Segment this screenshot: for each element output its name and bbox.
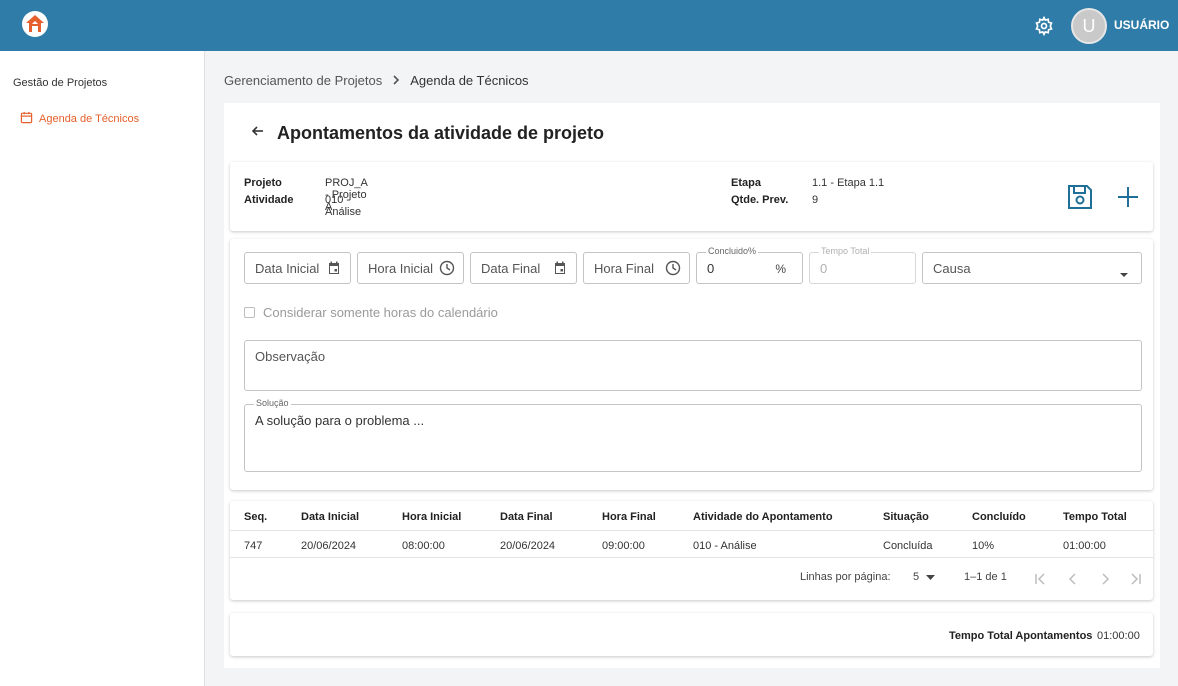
next-page-icon[interactable] (1099, 572, 1111, 590)
col-header[interactable]: Data Inicial (301, 511, 359, 523)
divider (230, 530, 1153, 531)
data-inicial-label: Data Inicial (255, 261, 320, 276)
solucao-value: A solução para o problema ... (255, 413, 425, 428)
title-row: Apontamentos da atividade de projeto (251, 123, 604, 144)
hora-inicial-field[interactable]: Hora Inicial (357, 252, 464, 284)
calendar-hours-label: Considerar somente horas do calendário (263, 305, 498, 320)
page-title: Apontamentos da atividade de projeto (277, 123, 605, 143)
sidebar-title: Gestão de Projetos (13, 77, 108, 89)
col-header[interactable]: Data Final (500, 511, 553, 523)
hora-final-label: Hora Final (594, 261, 654, 276)
sidebar-item-agenda-tecnicos[interactable]: Agenda de Técnicos (20, 111, 139, 127)
page-panel: Apontamentos da atividade de projeto Pro… (224, 103, 1160, 668)
col-header[interactable]: Tempo Total (1063, 511, 1127, 523)
total-label: Tempo Total Apontamentos (949, 630, 1093, 642)
qtde-row: Qtde. Prev. 9 (731, 194, 818, 206)
clock-icon[interactable] (665, 260, 681, 279)
first-page-icon[interactable] (1034, 572, 1046, 590)
table-cell: 09:00:00 (602, 540, 645, 552)
table-cell: 10% (972, 540, 995, 552)
prev-page-icon[interactable] (1067, 572, 1079, 590)
dropdown-icon[interactable] (1119, 266, 1129, 281)
calendar-icon[interactable] (552, 260, 568, 279)
plus-icon[interactable] (1115, 184, 1141, 215)
avatar[interactable]: U (1071, 8, 1107, 44)
concluido-field[interactable]: Concluido% 0 % (696, 246, 803, 284)
table-cell: 20/06/2024 (500, 540, 556, 552)
tempo-total-field: Tempo Total 0 (809, 246, 916, 284)
top-bar: U USUÁRIO (0, 0, 1178, 51)
rows-per-page-value: 5 (913, 571, 920, 583)
table-cell: 20/06/2024 (301, 540, 357, 552)
calendar-hours-checkbox-row[interactable]: Considerar somente horas do calendário (244, 305, 498, 320)
clock-icon[interactable] (439, 260, 455, 279)
causa-select[interactable]: Causa (922, 252, 1142, 284)
gear-icon[interactable] (1034, 15, 1054, 37)
rows-per-page-label: Linhas por página: (800, 571, 891, 583)
tempo-total-label: Tempo Total (819, 246, 872, 256)
atividade-value: 010 - Análise (325, 194, 362, 218)
rows-per-page-select[interactable]: 5 (913, 571, 936, 583)
last-page-icon[interactable] (1130, 572, 1142, 590)
data-final-label: Data Final (481, 261, 541, 276)
username[interactable]: USUÁRIO (1114, 18, 1169, 32)
projeto-row: Projeto PROJ_A - Projeto A (244, 177, 367, 213)
chevron-right-icon (392, 73, 400, 88)
col-header[interactable]: Concluído (972, 511, 1026, 523)
etapa-row: Etapa 1.1 - Etapa 1.1 (731, 177, 884, 189)
solucao-label: Solução (254, 398, 291, 408)
col-header[interactable]: Hora Inicial (402, 511, 461, 523)
breadcrumb-current: Agenda de Técnicos (410, 73, 529, 88)
calendar-icon (20, 111, 33, 127)
observacao-placeholder: Observação (255, 349, 326, 364)
breadcrumb-parent[interactable]: Gerenciamento de Projetos (224, 73, 382, 88)
save-icon[interactable] (1065, 182, 1095, 217)
percent-unit: % (775, 262, 786, 276)
apontamentos-table: Seq. Data Inicial Hora Inicial Data Fina… (230, 501, 1153, 600)
table-cell: 01:00:00 (1063, 540, 1106, 552)
concluido-value: 0 (707, 261, 715, 276)
divider (230, 557, 1153, 558)
tempo-total-value: 0 (820, 261, 828, 276)
data-inicial-field[interactable]: Data Inicial (244, 252, 351, 284)
solucao-field[interactable]: Solução A solução para o problema ... (244, 398, 1142, 472)
atividade-label: Atividade (244, 194, 294, 206)
data-final-field[interactable]: Data Final (470, 252, 577, 284)
qtde-label: Qtde. Prev. (731, 194, 789, 206)
activity-info-card: Projeto PROJ_A - Projeto A Atividade 010… (230, 162, 1153, 231)
table-cell: 08:00:00 (402, 540, 445, 552)
concluido-label: Concluido% (706, 246, 759, 256)
qtde-value: 9 (812, 194, 819, 206)
table-cell: Concluída (883, 540, 933, 552)
apontamento-form-card: Data Inicial Hora Inicial Data Final Hor… (230, 239, 1153, 490)
observacao-field[interactable]: Observação (244, 340, 1142, 391)
pagination-range: 1–1 de 1 (964, 571, 1007, 583)
table-cell: 010 - Análise (693, 540, 757, 552)
totals-card: Tempo Total Apontamentos 01:00:00 (230, 613, 1153, 656)
calendar-hours-checkbox[interactable] (244, 307, 255, 318)
etapa-value: 1.1 - Etapa 1.1 (812, 177, 885, 189)
projeto-label: Projeto (244, 177, 282, 189)
col-header[interactable]: Hora Final (602, 511, 656, 523)
etapa-label: Etapa (731, 177, 761, 189)
main-content: Gerenciamento de Projetos Agenda de Técn… (205, 51, 1178, 686)
hora-final-field[interactable]: Hora Final (583, 252, 690, 284)
causa-label: Causa (933, 261, 971, 276)
calendar-icon[interactable] (326, 260, 342, 279)
arrow-left-icon[interactable] (251, 124, 265, 143)
sidebar-item-label: Agenda de Técnicos (39, 113, 140, 125)
total-value: 01:00:00 (1097, 630, 1140, 642)
table-cell: 747 (244, 540, 263, 552)
sidebar: Gestão de Projetos Agenda de Técnicos (0, 51, 205, 686)
home-logo-icon[interactable] (22, 11, 48, 37)
dropdown-icon (926, 574, 936, 580)
breadcrumb: Gerenciamento de Projetos Agenda de Técn… (224, 73, 529, 88)
atividade-row: Atividade 010 - Análise (244, 194, 361, 218)
col-header[interactable]: Seq. (244, 511, 267, 523)
col-header[interactable]: Situação (883, 511, 929, 523)
col-header[interactable]: Atividade do Apontamento (693, 511, 833, 523)
hora-inicial-label: Hora Inicial (368, 261, 434, 276)
